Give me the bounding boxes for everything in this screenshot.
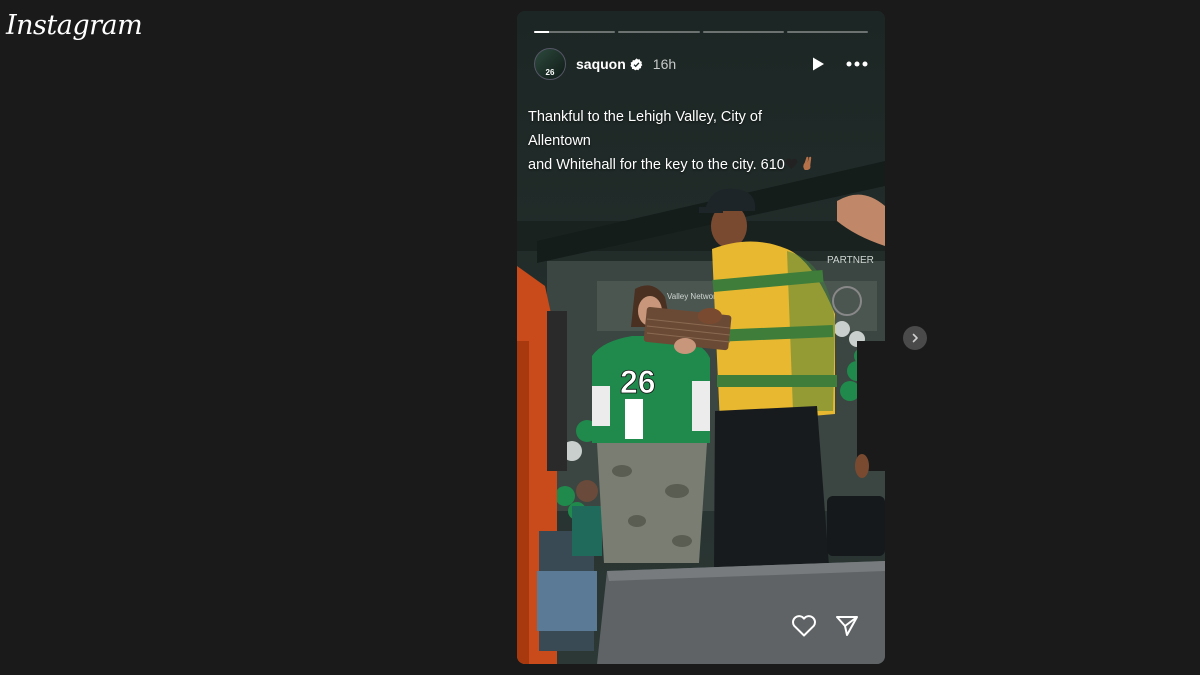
banner-text-2: Valley Network [667, 292, 721, 301]
post-time: 16h [652, 56, 677, 72]
story-progress-bar [534, 31, 868, 34]
avatar[interactable]: 26 [534, 48, 566, 80]
heart-icon[interactable] [791, 614, 817, 638]
story-caption: Thankful to the Lehigh Valley, City of A… [528, 105, 828, 177]
black-heart-emoji-icon [785, 158, 798, 170]
instagram-logo[interactable]: Instagram [6, 10, 143, 41]
verified-badge-icon [630, 57, 643, 70]
caption-line-2: and Whitehall for the key to the city. 6… [528, 153, 828, 177]
progress-segment [702, 31, 784, 33]
banner-text: PARTNER [827, 255, 874, 266]
more-options-icon[interactable] [846, 61, 868, 67]
caption-text: and Whitehall for the key to the city. 6… [528, 157, 785, 173]
story-viewer[interactable]: PARTNER Valley Network 26 26 saquon 16h … [517, 11, 885, 664]
jersey-number: 26 [620, 364, 656, 400]
progress-segment [618, 31, 700, 33]
send-icon[interactable] [835, 615, 859, 637]
caption-line: Thankful to the Lehigh Valley, City of A… [528, 109, 763, 149]
chevron-right-icon [912, 333, 918, 343]
crossed-fingers-emoji-icon [803, 156, 812, 170]
progress-segment [534, 31, 616, 33]
username[interactable]: saquon [576, 56, 626, 72]
play-icon[interactable] [810, 56, 826, 72]
progress-segment [786, 31, 868, 33]
story-header: 26 saquon 16h [534, 47, 868, 81]
next-story-button[interactable] [903, 326, 927, 350]
story-actions [791, 614, 859, 638]
